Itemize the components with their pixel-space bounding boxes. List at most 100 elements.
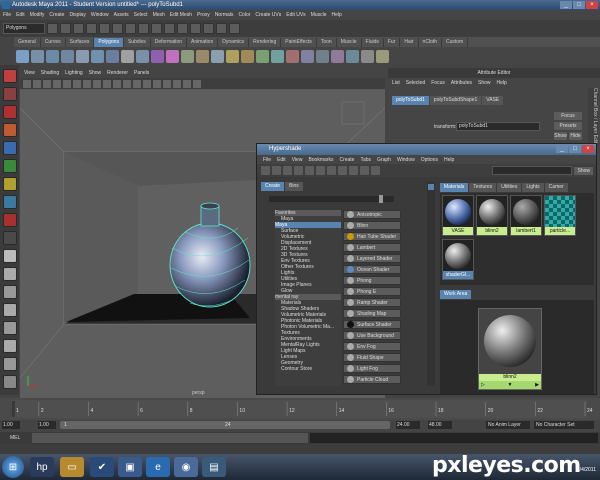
menu-set-dropdown[interactable]: Polygons — [3, 23, 45, 34]
shelf-tab-painteffects[interactable]: PaintEffects — [281, 38, 317, 47]
shelf-tab-custom[interactable]: Custom — [442, 38, 469, 47]
show-button[interactable]: Show — [554, 132, 567, 140]
planar-map-icon[interactable] — [346, 49, 359, 63]
poly-sphere-icon[interactable] — [16, 49, 29, 63]
time-slider[interactable]: 1 2 4 6 8 10 12 14 16 18 20 22 24 — [0, 398, 600, 420]
swatch-lambert1[interactable]: lambert1 — [510, 195, 542, 236]
io-connections-icon[interactable] — [360, 166, 369, 175]
hp-app-icon[interactable]: hp — [30, 457, 54, 477]
merge-vertices-icon[interactable] — [301, 49, 314, 63]
shader-node-blinn2[interactable]: blinn2 ▷ ▼ ▶ — [478, 308, 542, 390]
node-button[interactable]: Ramp Shader — [343, 298, 401, 307]
output-connections-icon[interactable] — [371, 166, 380, 175]
poly-pipe-icon[interactable] — [136, 49, 149, 63]
channel-box-toggle-icon[interactable] — [229, 23, 240, 34]
smooth-shade-icon[interactable] — [133, 79, 141, 88]
minimize-button[interactable]: _ — [560, 1, 572, 9]
search-field[interactable] — [492, 166, 573, 175]
maya-task-icon[interactable]: ▣ — [118, 457, 142, 477]
menu-edit-mesh[interactable]: Edit Mesh — [170, 12, 192, 18]
camera-select-icon[interactable] — [23, 79, 31, 88]
node-button[interactable]: Phong — [343, 276, 401, 285]
node-button[interactable]: Blinn — [343, 221, 401, 230]
tab-work-area[interactable]: Work Area — [440, 290, 472, 299]
poly-cone-icon[interactable] — [61, 49, 74, 63]
menu-create[interactable]: Create — [49, 12, 64, 18]
swatch-vase[interactable]: VASE — [442, 195, 474, 236]
tab-bins[interactable]: Bins — [285, 182, 303, 191]
node-button[interactable]: Layered Shader — [343, 254, 401, 263]
poly-pyramid-icon[interactable] — [121, 49, 134, 63]
gate-mask-icon[interactable] — [93, 79, 101, 88]
menu-edit-uvs[interactable]: Edit UVs — [286, 12, 305, 18]
create-filter-slider[interactable] — [269, 195, 394, 203]
menu-assets[interactable]: Assets — [114, 12, 129, 18]
last-tool-icon[interactable] — [2, 231, 17, 245]
persp-hypershade-layout-icon[interactable] — [2, 339, 17, 353]
close-button[interactable]: × — [586, 1, 598, 9]
hs-menu-graph[interactable]: Graph — [377, 157, 391, 163]
maximize-button[interactable]: □ — [573, 1, 585, 9]
vp-menu-show[interactable]: Show — [89, 70, 102, 76]
presets-button[interactable]: Presets — [554, 122, 582, 130]
node-button[interactable]: Use Background — [343, 331, 401, 340]
hs-menu-create[interactable]: Create — [339, 157, 354, 163]
node-button[interactable]: Particle Cloud — [343, 375, 401, 384]
render-settings-icon[interactable] — [216, 23, 227, 34]
poly-plane-icon[interactable] — [76, 49, 89, 63]
shelf-tab-ncloth[interactable]: nCloth — [419, 38, 442, 47]
character-set-dropdown[interactable]: No Character Set — [534, 421, 594, 429]
clear-graph-icon[interactable] — [316, 166, 325, 175]
hs-menu-bookmarks[interactable]: Bookmarks — [308, 157, 333, 163]
append-polygon-icon[interactable] — [256, 49, 269, 63]
tab-textures[interactable]: Textures — [469, 183, 497, 192]
menu-file[interactable]: File — [3, 12, 11, 18]
hs-minimize-button[interactable]: _ — [556, 145, 568, 153]
expand-node-icon[interactable]: ▼ — [508, 382, 513, 388]
shelf-tab-subdivs[interactable]: Subdivs — [124, 38, 151, 47]
poly-prism-icon[interactable] — [106, 49, 119, 63]
node-button[interactable]: Ocean Shader — [343, 265, 401, 274]
hs-menu-edit[interactable]: Edit — [277, 157, 286, 163]
history-icon[interactable] — [177, 23, 188, 34]
wireframe-on-shaded-icon[interactable] — [143, 79, 151, 88]
render-icon[interactable] — [190, 23, 201, 34]
node-button[interactable]: Shading Map — [343, 309, 401, 318]
film-gate-icon[interactable] — [73, 79, 81, 88]
vp-menu-shading[interactable]: Shading — [41, 70, 59, 76]
shelf-tab-fur[interactable]: Fur — [384, 38, 401, 47]
hs-menu-file[interactable]: File — [263, 157, 271, 163]
shelf-tab-general[interactable]: General — [14, 38, 41, 47]
menu-proxy[interactable]: Proxy — [197, 12, 210, 18]
menu-mesh[interactable]: Mesh — [153, 12, 165, 18]
bridge-icon[interactable] — [241, 49, 254, 63]
select-component-icon[interactable] — [112, 23, 123, 34]
rotate-tool-icon[interactable] — [2, 141, 17, 155]
hs-menu-tabs[interactable]: Tabs — [360, 157, 371, 163]
node-button[interactable]: Surface Shader — [343, 320, 401, 329]
show-button[interactable]: Show — [574, 166, 593, 175]
anim-layer-dropdown[interactable]: No Anim Layer — [486, 421, 530, 429]
tab-utilities[interactable]: Utilities — [497, 183, 522, 192]
tab-create[interactable]: Create — [261, 182, 285, 191]
tab-cameras[interactable]: Camer — [544, 183, 568, 192]
smooth-icon[interactable] — [211, 49, 224, 63]
select-hierarchy-icon[interactable] — [86, 23, 97, 34]
extrude-icon[interactable] — [226, 49, 239, 63]
grid-toggle-icon[interactable] — [63, 79, 71, 88]
shelf-tab-fluids[interactable]: Fluids — [362, 38, 384, 47]
graph-materials-icon[interactable] — [338, 166, 347, 175]
node-button[interactable]: Anisotropic — [343, 210, 401, 219]
show-previous-graph-icon[interactable] — [305, 166, 314, 175]
show-both-tabs-icon[interactable] — [294, 166, 303, 175]
new-scene-icon[interactable] — [47, 23, 58, 34]
ae-menu-list[interactable]: List — [392, 80, 400, 86]
menu-display[interactable]: Display — [69, 12, 85, 18]
rearrange-graph-icon[interactable] — [327, 166, 336, 175]
hs-maximize-button[interactable]: □ — [569, 145, 581, 153]
persp-outliner-layout-icon[interactable] — [2, 285, 17, 299]
spherical-map-icon[interactable] — [376, 49, 389, 63]
isolate-select-icon[interactable] — [193, 79, 201, 88]
node-button[interactable]: Phong E — [343, 287, 401, 296]
ae-tab-vase[interactable]: VASE — [482, 96, 504, 105]
